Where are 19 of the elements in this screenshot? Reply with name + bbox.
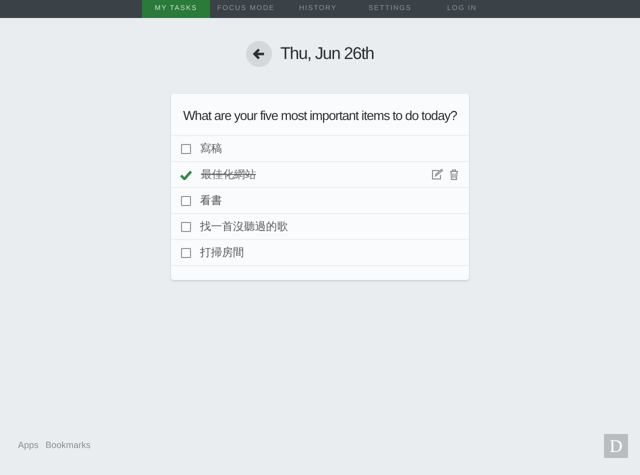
question-heading: What are your five most important items to do today? (171, 94, 469, 136)
task-text: 最佳化網站 (201, 168, 256, 182)
checkbox[interactable] (181, 196, 191, 206)
task-text: 看書 (200, 194, 222, 208)
edit-icon[interactable] (431, 169, 443, 180)
checkbox[interactable] (181, 222, 191, 232)
back-arrow-icon (253, 48, 266, 60)
back-button[interactable] (246, 41, 272, 67)
logo-badge[interactable]: D (604, 434, 628, 458)
trash-icon[interactable] (449, 169, 459, 180)
checkbox[interactable] (181, 248, 191, 258)
footer-link[interactable]: Apps (18, 440, 39, 450)
checkmark-icon[interactable] (180, 170, 192, 180)
checkbox[interactable] (181, 144, 191, 154)
footer-link[interactable]: Bookmarks (46, 440, 91, 450)
task-text: 打掃房間 (200, 246, 244, 260)
task-text: 找一首沒聽過的歌 (200, 220, 288, 234)
task-text: 寫稿 (200, 142, 222, 156)
date-heading: Thu, Jun 26th (280, 43, 374, 65)
